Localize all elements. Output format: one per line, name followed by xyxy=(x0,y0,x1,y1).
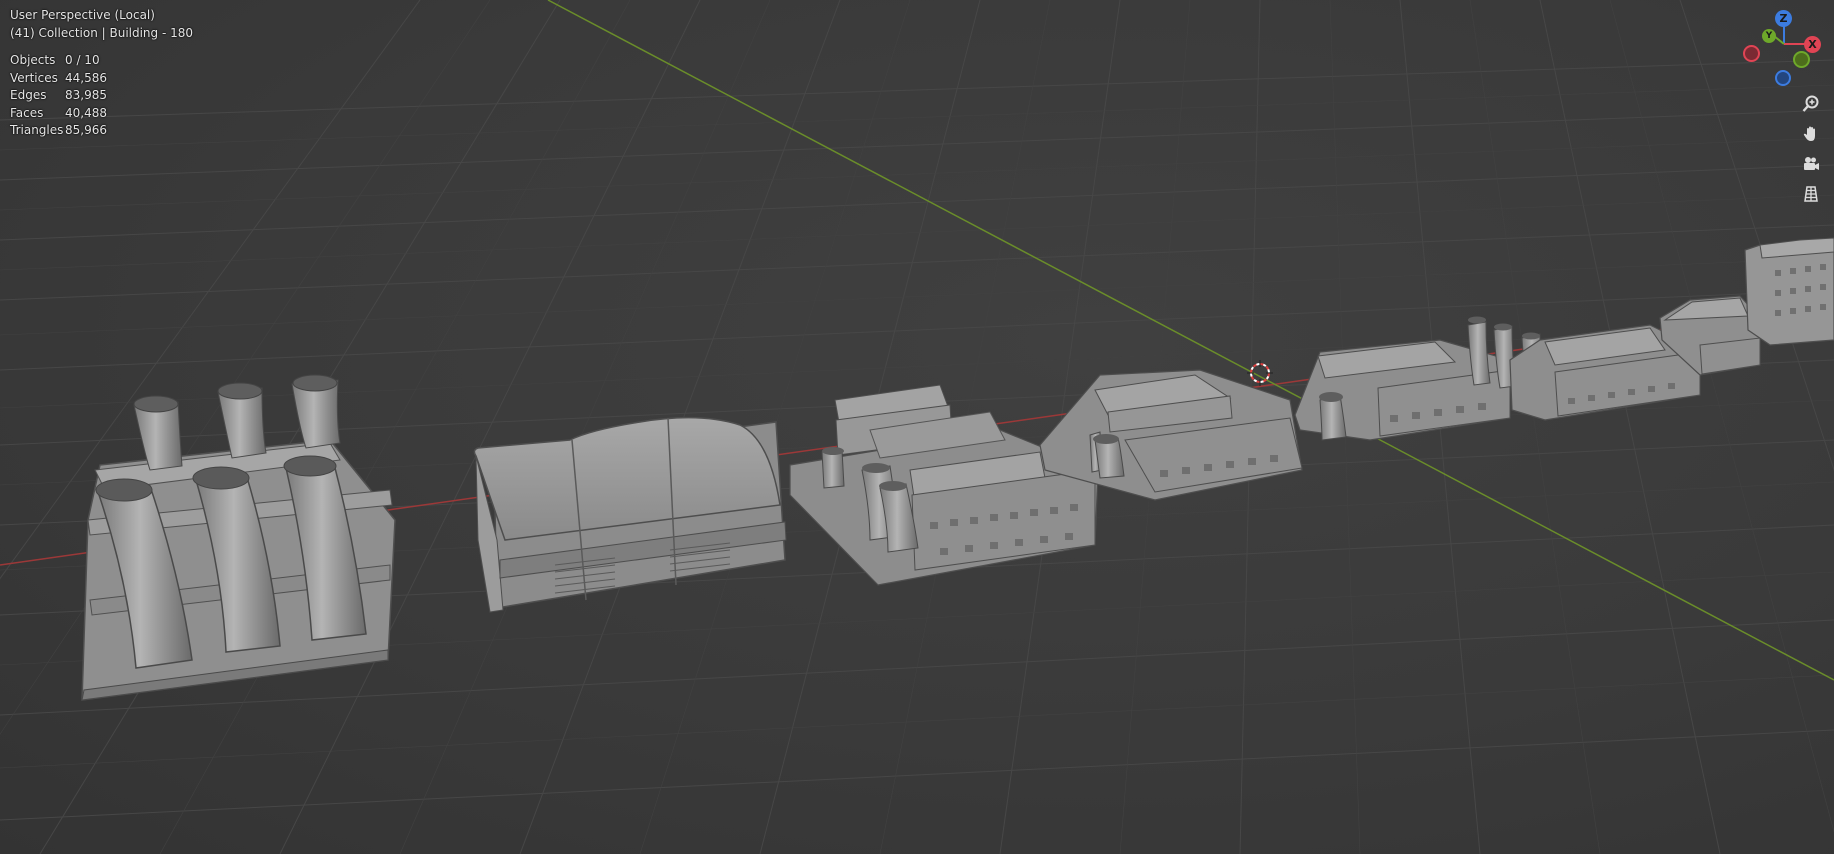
navigation-gizmo[interactable]: Z Y X xyxy=(1738,6,1830,90)
stat-faces: Faces 40,488 xyxy=(10,105,193,123)
stat-value: 40,488 xyxy=(65,105,107,120)
building-small-complex[interactable] xyxy=(789,384,1099,586)
pan-button[interactable] xyxy=(1797,120,1825,148)
stat-label: Edges xyxy=(10,88,47,102)
stat-value: 83,985 xyxy=(65,88,107,102)
scene-statistics: Objects 0 / 10 Vertices 44,586 Edges 83,… xyxy=(10,52,193,140)
grid-ortho-icon xyxy=(1804,186,1818,202)
stat-vertices: Vertices 44,586 xyxy=(10,70,193,88)
gizmo-z-axis[interactable]: Z xyxy=(1775,10,1792,27)
3d-viewport[interactable]: User Perspective (Local) (41) Collection… xyxy=(0,0,1834,854)
building-dome-hall[interactable] xyxy=(473,416,787,613)
hand-pan-icon xyxy=(1803,126,1815,141)
stat-value: 0 / 10 xyxy=(65,53,100,67)
3d-cursor-icon[interactable] xyxy=(1247,360,1273,386)
camera-view-button[interactable] xyxy=(1797,150,1825,178)
building-cooling-towers[interactable] xyxy=(81,374,396,701)
zoom-button[interactable] xyxy=(1797,90,1825,118)
zoom-icon xyxy=(1802,95,1819,112)
viewport-info-overlay: User Perspective (Local) (41) Collection… xyxy=(10,7,193,140)
stat-label: Objects xyxy=(10,53,56,67)
stat-objects: Objects 0 / 10 xyxy=(10,52,193,70)
gizmo-x-axis[interactable]: X xyxy=(1804,36,1821,53)
camera-icon xyxy=(1804,157,1819,170)
stat-label: Triangles xyxy=(10,123,64,137)
view-mode-label: User Perspective (Local) xyxy=(10,8,155,22)
gizmo-neg-x-axis[interactable] xyxy=(1743,45,1760,62)
stat-label: Faces xyxy=(10,105,44,120)
active-collection-label: (41) Collection | Building - 180 xyxy=(10,25,194,40)
stat-triangles: Triangles 85,966 xyxy=(10,122,193,140)
gizmo-y-axis[interactable]: Y xyxy=(1762,29,1776,43)
stat-value: 44,586 xyxy=(65,70,107,85)
building-tall-block[interactable] xyxy=(1744,237,1834,346)
gizmo-neg-z-axis[interactable] xyxy=(1775,70,1791,86)
stat-value: 85,966 xyxy=(65,123,107,137)
viewport-scene[interactable] xyxy=(0,0,1834,854)
ortho-toggle-button[interactable] xyxy=(1797,180,1825,208)
gizmo-neg-y-axis[interactable] xyxy=(1793,51,1810,68)
stat-label: Vertices xyxy=(10,70,58,85)
stat-edges: Edges 83,985 xyxy=(10,87,193,105)
